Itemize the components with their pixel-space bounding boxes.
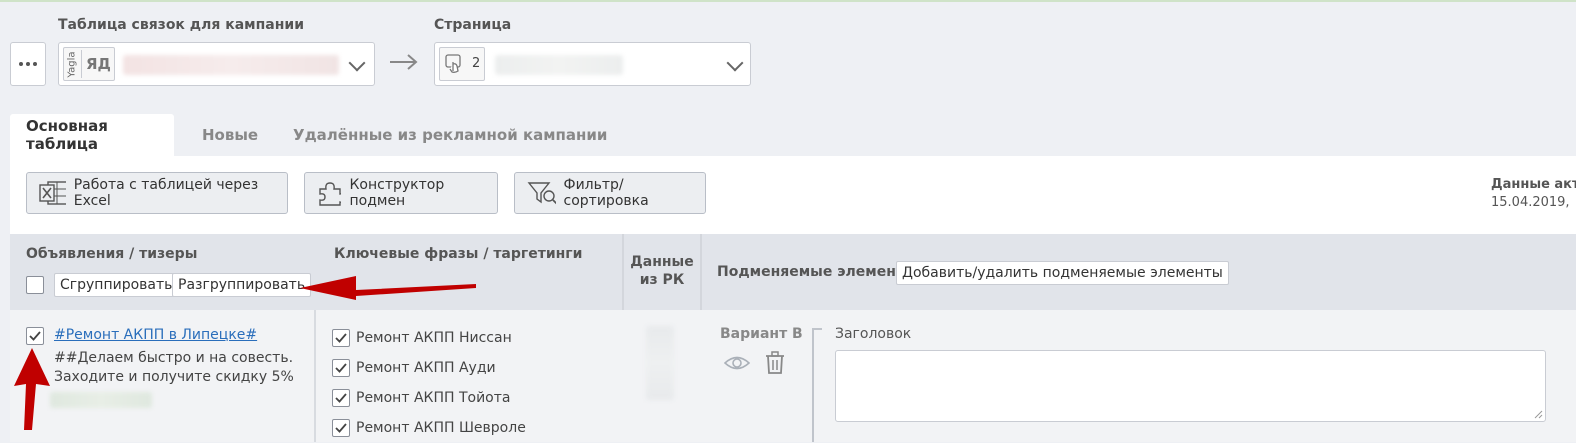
keyword-item: Ремонт АКПП Ауди: [332, 353, 526, 383]
keyword-text: Ремонт АКПП Тойота: [356, 390, 511, 406]
keyword-checkbox[interactable]: [332, 389, 350, 407]
puzzle-icon: [319, 182, 342, 206]
checkmark-icon: [335, 363, 347, 373]
arrow-right-icon: [390, 54, 418, 70]
eye-icon[interactable]: [724, 353, 750, 373]
yd-logo-text: ЯД: [86, 55, 111, 73]
yagla-yd-logo: Yagla ЯД: [63, 47, 115, 81]
page-count: 2: [472, 56, 481, 71]
keyword-list: Ремонт АКПП Ниссан Ремонт АКПП Ауди Ремо…: [332, 327, 526, 443]
keyword-text: Ремонт АКПП Ауди: [356, 360, 496, 376]
campaign-name-redacted: [123, 55, 339, 75]
group-button[interactable]: Сгруппировать: [54, 273, 179, 297]
checkmark-icon: [335, 423, 347, 433]
keyword-checkbox[interactable]: [332, 329, 350, 347]
keyword-checkbox[interactable]: [332, 419, 350, 437]
keyword-item: Ремонт АКПП Ниссан: [332, 323, 526, 353]
chevron-down-icon: [348, 54, 366, 72]
ad-title-link[interactable]: #Ремонт АКПП в Липецке#: [54, 327, 257, 343]
variant-bracket: [812, 328, 814, 442]
updated-label: Данные акту: [1491, 177, 1576, 192]
ungroup-button[interactable]: Разгруппировать: [172, 273, 312, 297]
tab-new[interactable]: Новые: [186, 114, 274, 156]
headline-textarea[interactable]: [835, 350, 1546, 422]
dot-icon: [26, 62, 30, 66]
trash-icon[interactable]: [764, 351, 786, 375]
headline-label: Заголовок: [835, 326, 912, 342]
tab-main-table[interactable]: Основная таблица: [10, 114, 174, 156]
yagla-logo-text: Yagla: [66, 50, 78, 78]
excel-icon: [39, 181, 66, 205]
dot-icon: [19, 62, 23, 66]
ad-url-redacted: [50, 392, 152, 408]
keyword-item: Ремонт АКПП Тойота: [332, 383, 526, 413]
top-accent-line: [0, 0, 1576, 2]
tab-deleted[interactable]: Удалённые из рекламной кампании: [277, 114, 623, 156]
page-url-redacted: [495, 55, 623, 75]
column-ads-header: Объявления / тизеры: [26, 246, 198, 262]
variant-label: Вариант В: [720, 326, 803, 342]
filter-button-label: Фильтр/сортировка: [563, 177, 649, 209]
excel-button-label: Работа с таблицей через Excel: [73, 177, 259, 209]
dot-icon: [33, 62, 37, 66]
annotation-arrow-icon: [14, 348, 50, 430]
keyword-item: Ремонт АКПП Шевроле: [332, 413, 526, 443]
keyword-checkbox[interactable]: [332, 359, 350, 377]
page-label: Страница: [434, 17, 512, 33]
ad-text-line1: ##Делаем быстро и на совесть.: [54, 350, 294, 366]
filter-search-icon: [527, 182, 556, 204]
column-data-header-line2: из РК: [639, 272, 685, 288]
add-remove-elements-button[interactable]: Добавить/удалить подменяемые элементы: [896, 261, 1229, 285]
column-keywords-header: Ключевые фразы / таргетинги: [334, 246, 583, 262]
checkmark-icon: [335, 393, 347, 403]
column-data-header-line1: Данные: [630, 254, 694, 270]
checkmark-icon: [29, 331, 41, 341]
hand-pointer-icon: [445, 54, 461, 73]
more-options-button[interactable]: [10, 42, 46, 86]
keyword-text: Ремонт АКПП Ниссан: [356, 330, 512, 346]
updated-date: 15.04.2019,: [1491, 195, 1570, 210]
chevron-down-icon: [726, 54, 744, 72]
checkmark-icon: [335, 333, 347, 343]
column-divider: [314, 310, 316, 442]
column-replace-header: Подменяемые элементы: [717, 264, 917, 280]
ad-text-line2: Заходите и получите скидку 5%: [54, 369, 294, 385]
data-redacted: [646, 326, 674, 400]
constructor-button-label: Конструктор подмен: [349, 177, 445, 209]
page-indicator: 2: [439, 47, 485, 81]
annotation-arrow-icon: [300, 276, 476, 300]
constructor-button[interactable]: Конструктор подмен: [304, 172, 498, 214]
select-all-checkbox[interactable]: [26, 276, 44, 294]
resize-handle-icon[interactable]: [1533, 409, 1543, 419]
page-select[interactable]: 2: [434, 42, 751, 86]
campaign-label: Таблица связок для кампании: [58, 17, 305, 33]
keyword-text: Ремонт АКПП Шевроле: [356, 420, 526, 436]
excel-button[interactable]: Работа с таблицей через Excel: [26, 172, 288, 214]
campaign-select[interactable]: Yagla ЯД: [58, 42, 375, 86]
filter-button[interactable]: Фильтр/сортировка: [514, 172, 706, 214]
